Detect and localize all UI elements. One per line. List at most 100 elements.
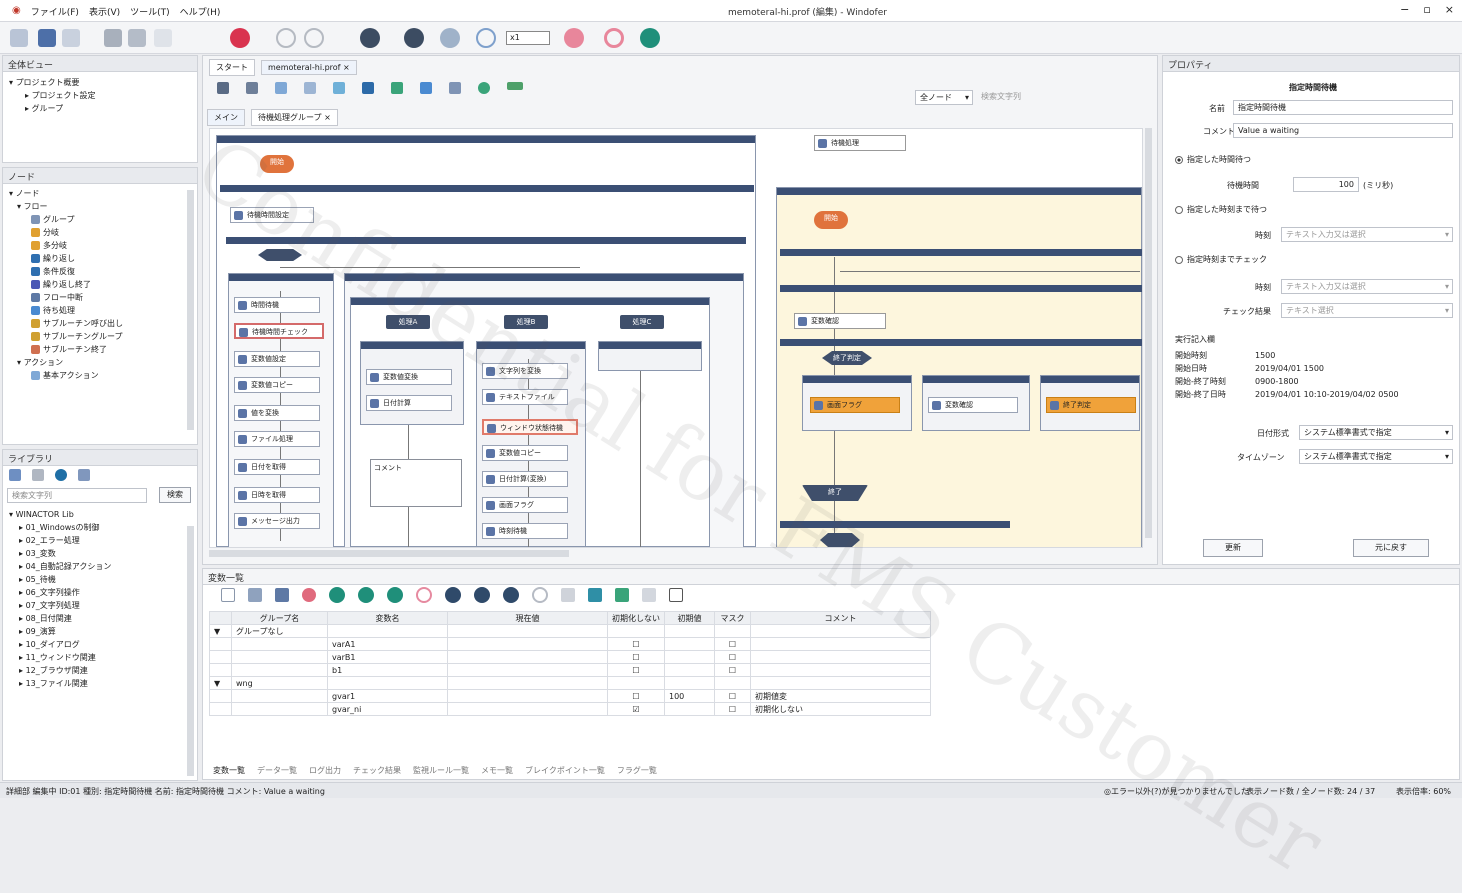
timezone-select[interactable]: システム標準書式で指定 — [1299, 449, 1453, 464]
node-11[interactable]: 変数値変換 — [366, 369, 452, 385]
column-header[interactable]: マスク — [714, 611, 751, 625]
library-item[interactable]: ▸ 11_ウィンドウ関連 — [9, 651, 191, 664]
close-tab-icon[interactable]: × — [343, 63, 350, 72]
group-row[interactable]: ▼ グループなし — [209, 624, 931, 638]
table-row[interactable]: gvar_ni ☑ ☐ 初期化しない — [209, 702, 931, 716]
bottom-tab[interactable]: チェック結果 — [353, 765, 401, 776]
library-item[interactable]: ▸ 02_エラー処理 — [9, 534, 191, 547]
capture-icon[interactable] — [420, 82, 432, 94]
tree-item[interactable]: ▾ プロジェクト概要 — [9, 76, 191, 89]
option-until-time[interactable]: 指定した時刻まで待つ — [1175, 204, 1267, 215]
checkbox-cell[interactable]: ☐ — [714, 650, 751, 664]
node-18[interactable]: 画面フラグ — [482, 497, 568, 513]
wait-input[interactable]: 100 — [1293, 177, 1359, 192]
sub-start-node[interactable]: 開始 — [814, 211, 848, 229]
target-icon[interactable] — [304, 28, 324, 48]
library-item[interactable]: ▸ 13_ファイル関連 — [9, 677, 191, 690]
step-icon[interactable] — [440, 28, 460, 48]
checkbox-cell[interactable]: ☑ — [607, 702, 665, 716]
tree-node-flow[interactable]: ▾ フロー — [9, 200, 191, 213]
revert-button[interactable]: 元に戻す — [1353, 539, 1429, 557]
library-export-icon[interactable] — [78, 469, 90, 481]
option-wait-time[interactable]: 指定した時間待つ — [1175, 154, 1251, 165]
library-item[interactable]: ▸ 07_文字列処理 — [9, 599, 191, 612]
tree-item[interactable]: ▸ プロジェクト設定 — [9, 89, 191, 102]
settings-icon[interactable] — [640, 28, 660, 48]
node-7[interactable]: ファイル処理 — [234, 431, 320, 447]
bottom-tab[interactable]: ログ出力 — [309, 765, 341, 776]
checkbox-cell[interactable]: ☐ — [714, 702, 751, 716]
library-scrollbar[interactable] — [187, 526, 194, 776]
menu-file[interactable]: ファイル(F) — [31, 5, 79, 18]
canvas-vscroll[interactable] — [1145, 128, 1152, 538]
canvas-hscroll[interactable] — [209, 550, 569, 557]
link-icon[interactable] — [588, 588, 602, 602]
node-palette-item[interactable]: 分岐 — [9, 226, 191, 239]
time-select[interactable]: テキスト入力又は選択 — [1281, 227, 1453, 242]
menu-view[interactable]: 表示(V) — [89, 5, 120, 18]
breakpoint-clear-icon[interactable] — [604, 28, 624, 48]
comment-note[interactable]: コメント — [370, 459, 462, 507]
checkbox-cell[interactable]: ☐ — [607, 650, 665, 664]
radio[interactable] — [1175, 205, 1183, 214]
column-header[interactable]: 初期化しない — [607, 611, 665, 625]
node-20[interactable]: 待機処理 — [814, 135, 906, 151]
node-palette-item[interactable]: 待ち処理 — [9, 304, 191, 317]
subtab-group[interactable]: 待機処理グループ × — [251, 109, 338, 126]
node-palette-item[interactable]: 基本アクション — [9, 369, 191, 382]
checkbox-cell[interactable]: ☐ — [714, 637, 751, 651]
case-b-label[interactable]: 処理B — [504, 315, 548, 329]
library-search-input[interactable]: 検索文字列 — [7, 488, 147, 503]
library-root[interactable]: ▾ WINACTOR Lib — [9, 508, 191, 521]
view-select[interactable]: 全ノード — [915, 90, 973, 105]
bottom-tab[interactable]: 変数一覧 — [213, 765, 245, 776]
pause-icon[interactable] — [404, 28, 424, 48]
node-6[interactable]: 値を変換 — [234, 405, 320, 421]
select-area-icon[interactable] — [275, 82, 287, 94]
sub-branch-node[interactable]: 終了判定 — [822, 351, 872, 365]
start-node[interactable]: 開始 — [260, 155, 294, 173]
remove-icon[interactable] — [416, 587, 432, 603]
library-add-icon[interactable] — [9, 469, 21, 481]
checkbox-cell[interactable] — [607, 676, 665, 690]
open-folder-icon[interactable] — [38, 29, 56, 47]
connector-icon[interactable] — [246, 82, 258, 94]
library-item[interactable]: ▸ 05_待機 — [9, 573, 191, 586]
radio-selected[interactable] — [1175, 155, 1183, 164]
down-icon[interactable] — [474, 587, 490, 603]
new-variable-icon[interactable] — [221, 588, 235, 602]
library-search-button[interactable]: 検索 — [159, 487, 191, 503]
export-icon[interactable] — [642, 588, 656, 602]
group-row[interactable]: ▼ wng — [209, 676, 931, 690]
node-palette-item[interactable]: 条件反復 — [9, 265, 191, 278]
table-row[interactable]: varA1 ☐ ☐ — [209, 637, 931, 651]
node-palette-item[interactable]: 繰り返し終了 — [9, 278, 191, 291]
column-header[interactable]: 現在値 — [447, 611, 608, 625]
checkbox-cell[interactable]: ☐ — [607, 637, 665, 651]
tab-start[interactable]: スタート — [209, 59, 255, 76]
node-panel-scrollbar[interactable] — [187, 190, 194, 430]
node-23[interactable]: 変数確認 — [928, 397, 1018, 413]
column-header[interactable]: 初期値 — [664, 611, 715, 625]
run-to-icon[interactable] — [476, 28, 496, 48]
node-14[interactable]: テキストファイル — [482, 389, 568, 405]
case-a-label[interactable]: 処理A — [386, 315, 430, 329]
close-window-button[interactable]: × — [1445, 3, 1454, 16]
tree-item[interactable]: ▸ グループ — [9, 102, 191, 115]
library-folder-icon[interactable] — [32, 469, 44, 481]
tree-node-action[interactable]: ▾ アクション — [9, 356, 191, 369]
checkbox-cell[interactable]: ☐ — [714, 689, 751, 703]
column-header[interactable]: 変数名 — [327, 611, 448, 625]
move-down-icon[interactable] — [387, 587, 403, 603]
zoom-icon[interactable] — [362, 82, 374, 94]
node-palette-item[interactable]: グループ — [9, 213, 191, 226]
library-item[interactable]: ▸ 06_文字列操作 — [9, 586, 191, 599]
add-group-icon[interactable] — [329, 587, 345, 603]
column-header[interactable]: グループ名 — [231, 611, 328, 625]
node-15-selected[interactable]: ウィンドウ状態待機 — [482, 419, 578, 435]
table-row[interactable]: b1 ☐ ☐ — [209, 663, 931, 677]
breakpoint-icon[interactable] — [564, 28, 584, 48]
up-icon[interactable] — [445, 587, 461, 603]
tree-node-root[interactable]: ▾ ノード — [9, 187, 191, 200]
branch-node[interactable] — [258, 249, 302, 261]
